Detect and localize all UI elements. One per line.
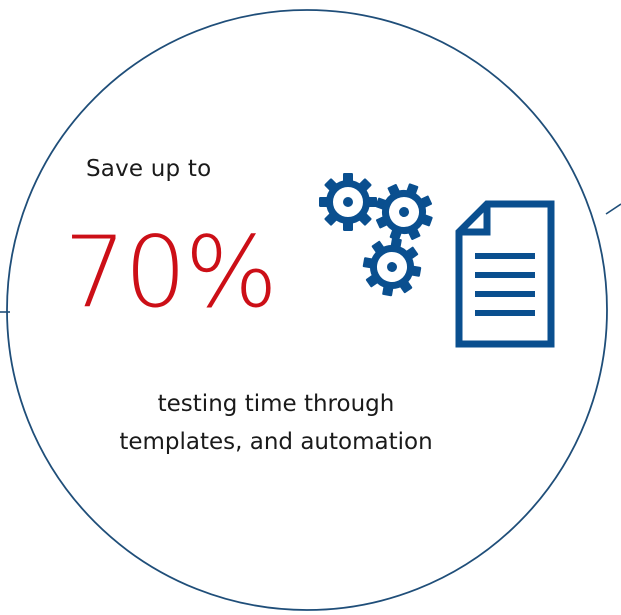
caption-line-2: templates, and automation: [119, 429, 433, 455]
gears-icon: [312, 168, 442, 308]
lead-text: Save up to: [86, 156, 212, 182]
headline-percentage: 70%: [64, 216, 278, 330]
infographic-canvas: Save up to 70% testing time through temp…: [0, 0, 621, 615]
caption-text: testing time through templates, and auto…: [90, 385, 462, 461]
document-icon: [455, 200, 555, 348]
caption-line-1: testing time through: [157, 391, 395, 417]
connector-line-right: [605, 203, 621, 215]
